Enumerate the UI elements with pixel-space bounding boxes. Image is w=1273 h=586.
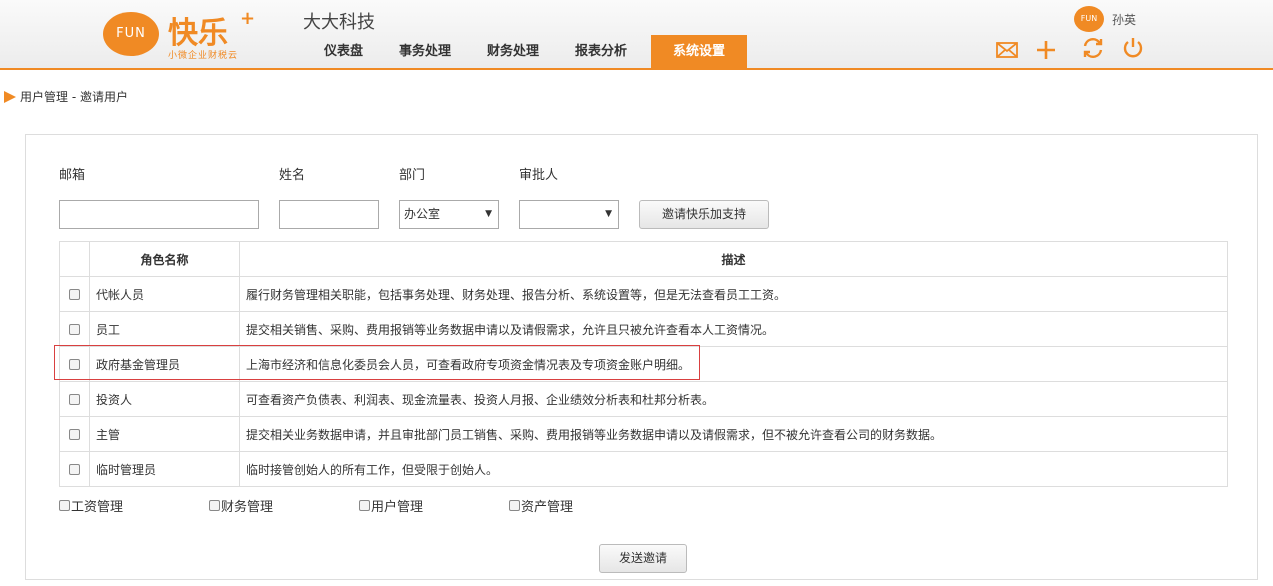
- roles-table: 角色名称 描述 代帐人员 履行财务管理相关职能，包括事务处理、财务处理、报告分析…: [59, 241, 1228, 487]
- permission-checkbox[interactable]: [359, 500, 370, 511]
- chevron-down-icon: ▼: [605, 209, 612, 219]
- approver-label: 审批人: [519, 168, 559, 183]
- email-label: 邮箱: [59, 168, 86, 183]
- top-header: FUN 快乐 + 小微企业财税云 大大科技 仪表盘 事务处理 财务处理 报表分析…: [0, 0, 1273, 70]
- permission-salary[interactable]: 工资管理: [59, 496, 123, 515]
- department-select[interactable]: 办公室 ▼: [399, 200, 499, 229]
- brand-plus: +: [240, 8, 256, 29]
- logo[interactable]: FUN: [103, 12, 159, 56]
- email-input[interactable]: [59, 200, 259, 229]
- permission-users[interactable]: 用户管理: [359, 496, 423, 515]
- role-description: 履行财务管理相关职能，包括事务处理、财务处理、报告分析、系统设置等，但是无法查看…: [239, 276, 1228, 312]
- role-description: 提交相关业务数据申请，并且审批部门员工销售、采购、费用报销等业务数据申请以及请假…: [239, 416, 1228, 452]
- role-checkbox[interactable]: [69, 324, 80, 335]
- role-checkbox[interactable]: [69, 394, 80, 405]
- breadcrumb-arrow-icon: [4, 90, 16, 103]
- department-select-value: 办公室: [404, 207, 441, 221]
- permission-finance[interactable]: 财务管理: [209, 496, 273, 515]
- permission-label: 用户管理: [371, 500, 424, 515]
- role-name: 代帐人员: [89, 276, 240, 312]
- nav-transactions[interactable]: 事务处理: [381, 35, 469, 68]
- mail-icon[interactable]: [995, 38, 1019, 62]
- role-checkbox[interactable]: [69, 289, 80, 300]
- nav-dashboard[interactable]: 仪表盘: [306, 35, 381, 68]
- breadcrumb-text: 用户管理 - 邀请用户: [20, 90, 128, 104]
- role-description: 临时接管创始人的所有工作，但受限于创始人。: [239, 451, 1228, 487]
- permission-assets[interactable]: 资产管理: [509, 496, 573, 515]
- table-row: 员工 提交相关销售、采购、费用报销等业务数据申请以及请假需求，允许且只被允许查看…: [59, 311, 1228, 347]
- brand-name: 快乐: [168, 16, 228, 51]
- user-name[interactable]: 孙英: [1112, 11, 1136, 28]
- permission-label: 工资管理: [71, 500, 124, 515]
- chevron-down-icon: ▼: [485, 209, 492, 219]
- role-name: 临时管理员: [89, 451, 240, 487]
- table-header-row: 角色名称 描述: [59, 241, 1228, 277]
- refresh-icon[interactable]: [1081, 36, 1105, 60]
- role-checkbox[interactable]: [69, 429, 80, 440]
- user-avatar[interactable]: FUN: [1074, 6, 1104, 32]
- company-name: 大大科技: [303, 12, 375, 33]
- role-name: 主管: [89, 416, 240, 452]
- name-label: 姓名: [279, 168, 306, 183]
- permission-checkbox[interactable]: [59, 500, 70, 511]
- nav-reports[interactable]: 报表分析: [557, 35, 645, 68]
- role-description: 提交相关销售、采购、费用报销等业务数据申请以及请假需求，允许且只被允许查看本人工…: [239, 311, 1228, 347]
- power-icon[interactable]: [1121, 36, 1145, 60]
- table-row: 政府基金管理员 上海市经济和信息化委员会人员，可查看政府专项资金情况表及专项资金…: [59, 346, 1228, 382]
- department-label: 部门: [399, 168, 426, 183]
- role-description: 上海市经济和信息化委员会人员，可查看政府专项资金情况表及专项资金账户明细。: [239, 346, 1228, 382]
- role-checkbox[interactable]: [69, 359, 80, 370]
- permission-label: 财务管理: [221, 500, 274, 515]
- table-row: 临时管理员 临时接管创始人的所有工作，但受限于创始人。: [59, 451, 1228, 487]
- brand-tagline: 小微企业财税云: [168, 51, 239, 61]
- table-row: 投资人 可查看资产负债表、利润表、现金流量表、投资人月报、企业绩效分析表和杜邦分…: [59, 381, 1228, 417]
- column-header-description: 描述: [239, 241, 1228, 277]
- column-header-role-name: 角色名称: [89, 241, 240, 277]
- role-name: 员工: [89, 311, 240, 347]
- role-checkbox[interactable]: [69, 464, 80, 475]
- header-checkbox-cell: [59, 241, 90, 277]
- permission-checkbox[interactable]: [509, 500, 520, 511]
- table-row: 主管 提交相关业务数据申请，并且审批部门员工销售、采购、费用报销等业务数据申请以…: [59, 416, 1228, 452]
- role-name: 投资人: [89, 381, 240, 417]
- role-name: 政府基金管理员: [89, 346, 240, 382]
- role-description: 可查看资产负债表、利润表、现金流量表、投资人月报、企业绩效分析表和杜邦分析表。: [239, 381, 1228, 417]
- plus-icon[interactable]: [1034, 38, 1058, 62]
- send-invite-button[interactable]: 发送邀请: [599, 544, 687, 573]
- main-nav: 仪表盘 事务处理 财务处理 报表分析 系统设置: [306, 35, 748, 68]
- approver-select[interactable]: ▼: [519, 200, 619, 229]
- nav-finance[interactable]: 财务处理: [469, 35, 557, 68]
- invite-support-button[interactable]: 邀请快乐加支持: [639, 200, 769, 229]
- nav-system-settings[interactable]: 系统设置: [651, 35, 748, 68]
- name-input[interactable]: [279, 200, 379, 229]
- permission-checkbox[interactable]: [209, 500, 220, 511]
- permission-label: 资产管理: [521, 500, 574, 515]
- breadcrumb: 用户管理 - 邀请用户: [4, 88, 128, 105]
- table-row: 代帐人员 履行财务管理相关职能，包括事务处理、财务处理、报告分析、系统设置等，但…: [59, 276, 1228, 312]
